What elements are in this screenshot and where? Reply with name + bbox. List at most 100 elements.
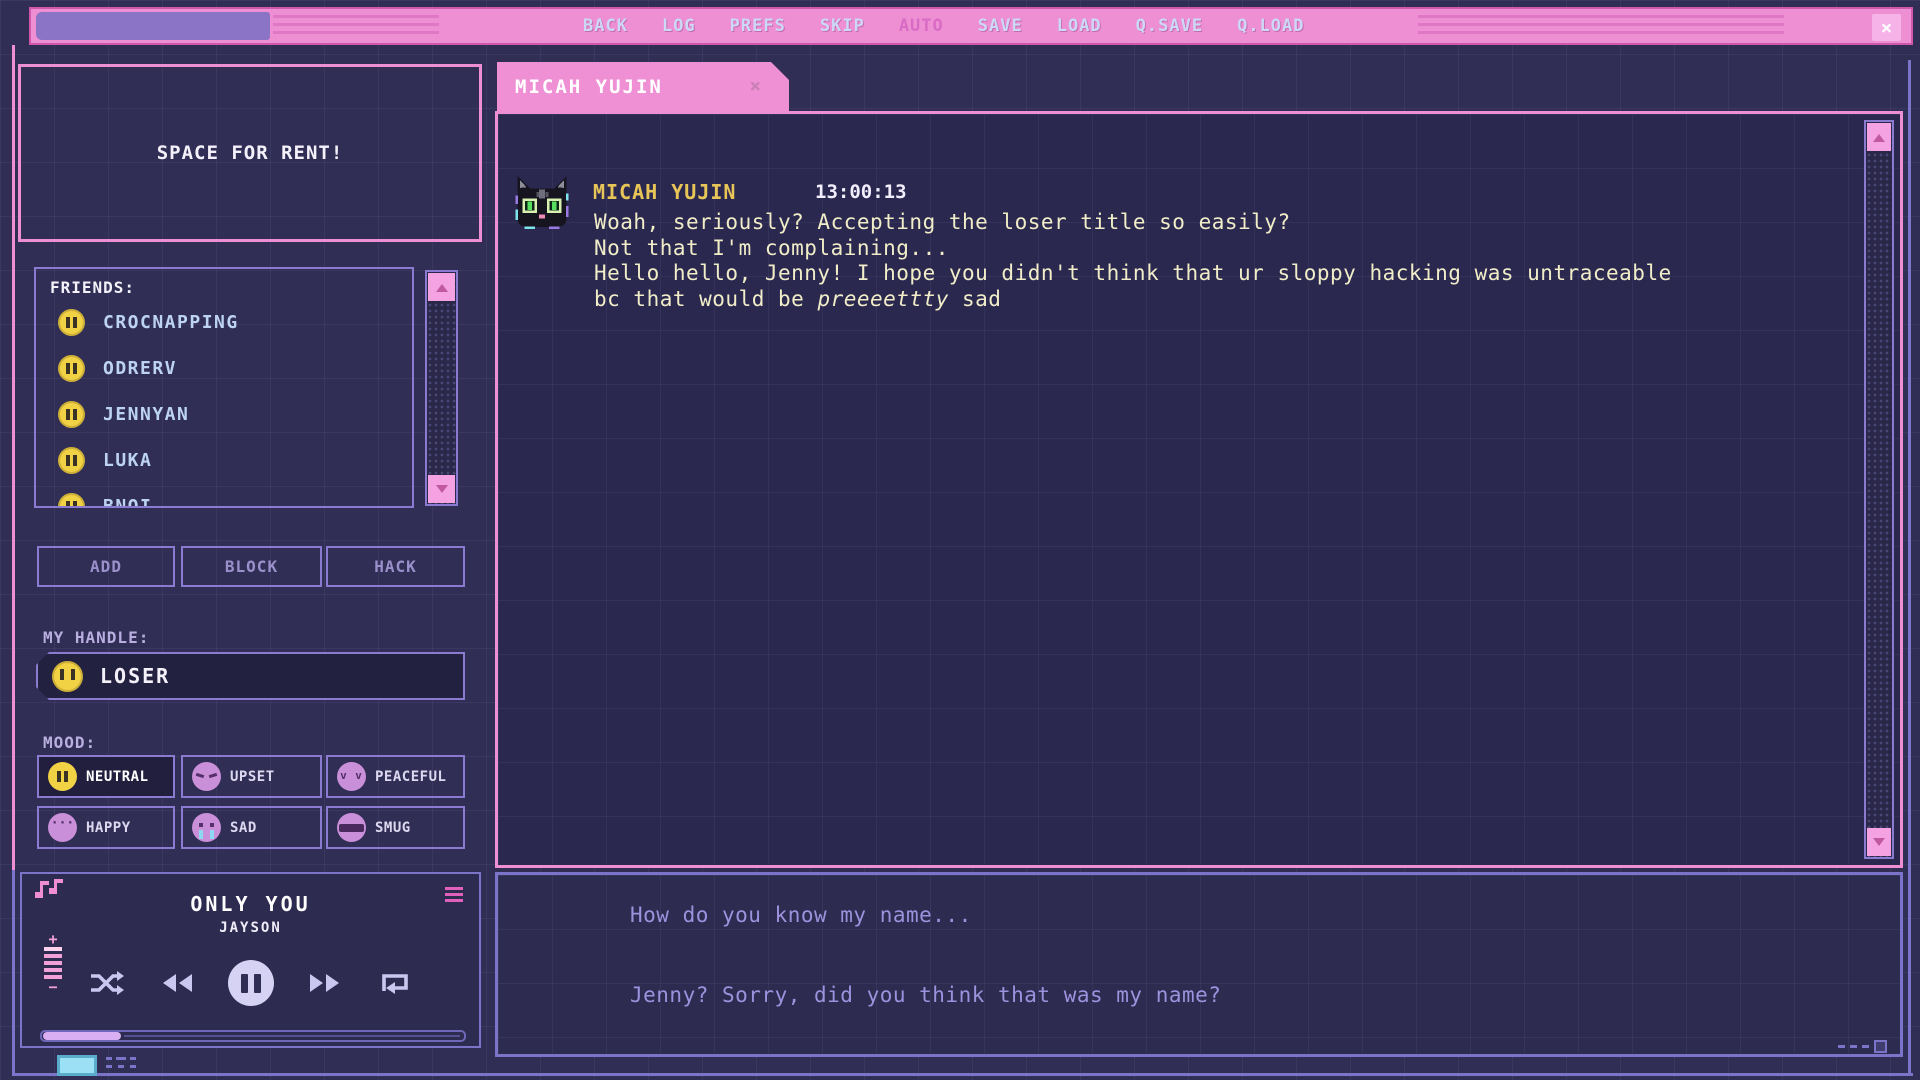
dialogue-choices-panel: How do you know my name... Jenny? Sorry,… xyxy=(495,872,1903,1057)
rewind-icon[interactable] xyxy=(160,974,192,992)
mood-label: MOOD: xyxy=(43,733,96,752)
friend-name: LUKA xyxy=(103,450,152,471)
sad-face-icon xyxy=(192,813,221,842)
tab-close-icon[interactable]: × xyxy=(750,75,761,97)
hack-friend-button[interactable]: HACK xyxy=(326,546,465,587)
window-border-bottom xyxy=(12,1073,1913,1076)
volume-bar xyxy=(44,954,62,958)
friend-name: CROCNAPPING xyxy=(103,312,239,333)
fast-forward-icon[interactable] xyxy=(310,974,342,992)
menu-item-qload[interactable]: Q.LOAD xyxy=(1237,16,1304,36)
titlebar-stripes-left xyxy=(273,15,439,39)
peaceful-face-icon: v v xyxy=(337,762,366,791)
dialogue-choice[interactable]: Jenny? Sorry, did you think that was my … xyxy=(502,973,1896,1017)
dialogue-choice[interactable]: How do you know my name... xyxy=(502,893,1896,937)
app-window: { "window": { "close_label": "×" }, "men… xyxy=(0,0,1920,1080)
friend-row[interactable]: JENNYAN xyxy=(36,391,412,437)
resize-handle[interactable] xyxy=(1838,1040,1887,1053)
chat-tab-micah-yujin[interactable]: MICAH YUJIN × xyxy=(497,62,789,112)
window-border-right xyxy=(1908,60,1911,1076)
friend-row[interactable]: CROCNAPPING xyxy=(36,299,412,345)
neutral-smiley-icon xyxy=(58,401,85,428)
mood-button-sad[interactable]: SAD xyxy=(181,806,322,849)
scroll-up-icon[interactable] xyxy=(1867,123,1891,151)
mood-button-neutral[interactable]: NEUTRAL xyxy=(37,755,175,798)
friend-row[interactable]: ODRERV xyxy=(36,345,412,391)
top-menubar: BACK LOG PREFS SKIP AUTO SAVE LOAD Q.SAV… xyxy=(29,7,1913,45)
mood-name: NEUTRAL xyxy=(86,769,149,785)
message-sender-name: MICAH YUJIN xyxy=(593,180,736,204)
pause-button[interactable] xyxy=(228,960,274,1006)
neutral-face-icon xyxy=(48,762,77,791)
menu-item-prefs[interactable]: PREFS xyxy=(730,16,786,36)
menu-item-auto[interactable]: AUTO xyxy=(899,16,944,36)
neutral-smiley-icon xyxy=(58,309,85,336)
track-artist: JAYSON xyxy=(22,920,479,936)
volume-up-icon[interactable]: + xyxy=(48,934,57,944)
cat-avatar xyxy=(514,176,570,232)
message-line: Hello hello, Jenny! I hope you didn't th… xyxy=(594,261,1672,287)
chat-tab-label: MICAH YUJIN xyxy=(515,76,663,98)
menu-item-back[interactable]: BACK xyxy=(583,16,628,36)
chrome-dot xyxy=(130,1065,136,1068)
titlebar-block xyxy=(36,12,270,40)
mood-name: SMUG xyxy=(375,820,411,836)
smug-face-icon xyxy=(337,813,366,842)
menu-item-save[interactable]: SAVE xyxy=(978,16,1023,36)
friends-scrollbar[interactable] xyxy=(425,270,458,506)
menu-item-load[interactable]: LOAD xyxy=(1057,16,1102,36)
mood-name: SAD xyxy=(230,820,257,836)
friends-list: CROCNAPPING ODRERV JENNYAN LUKA BNOI xyxy=(36,299,412,508)
friend-name: ODRERV xyxy=(103,358,177,379)
game-menu: BACK LOG PREFS SKIP AUTO SAVE LOAD Q.SAV… xyxy=(583,9,1305,43)
mood-button-upset[interactable]: UPSET xyxy=(181,755,322,798)
upset-face-icon xyxy=(192,762,221,791)
chrome-dot xyxy=(106,1065,112,1068)
mood-button-smug[interactable]: SMUG xyxy=(326,806,465,849)
titlebar-stripes-right xyxy=(1418,15,1784,39)
mood-button-happy[interactable]: ··· HAPPY xyxy=(37,806,175,849)
scroll-down-icon[interactable] xyxy=(1867,828,1891,856)
menu-item-log[interactable]: LOG xyxy=(662,16,696,36)
shuffle-icon[interactable] xyxy=(90,971,124,995)
close-icon[interactable]: × xyxy=(1872,14,1901,41)
add-friend-button[interactable]: ADD xyxy=(37,546,175,587)
mood-name: HAPPY xyxy=(86,820,131,836)
chat-message-panel: MICAH YUJIN 13:00:13 Woah, seriously? Ac… xyxy=(495,111,1903,868)
volume-bar xyxy=(44,947,62,951)
window-border-left-lower xyxy=(12,870,15,1076)
block-friend-button[interactable]: BLOCK xyxy=(181,546,322,587)
chrome-dot xyxy=(106,1057,112,1060)
scroll-down-icon[interactable] xyxy=(428,475,455,503)
mood-button-peaceful[interactable]: v v PEACEFUL xyxy=(326,755,465,798)
chat-scrollbar[interactable] xyxy=(1864,120,1894,859)
menu-item-skip[interactable]: SKIP xyxy=(820,16,865,36)
track-title: ONLY YOU xyxy=(22,892,479,916)
menu-item-qsave[interactable]: Q.SAVE xyxy=(1136,16,1203,36)
my-handle-value: LOSER xyxy=(100,664,170,688)
mood-name: PEACEFUL xyxy=(375,769,446,785)
ad-banner-panel: SPACE FOR RENT! xyxy=(18,64,482,242)
track-progress-fill xyxy=(43,1032,121,1040)
chrome-dot xyxy=(116,1057,126,1060)
message-timestamp: 13:00:13 xyxy=(815,181,907,203)
neutral-smiley-icon xyxy=(58,493,85,509)
taskbar-window-icon[interactable] xyxy=(57,1055,97,1076)
player-controls xyxy=(22,960,479,1006)
message-line: Not that I'm complaining... xyxy=(594,236,1672,262)
friend-row[interactable]: BNOI xyxy=(36,483,412,508)
friends-label: FRIENDS: xyxy=(50,278,135,297)
my-handle-label: MY HANDLE: xyxy=(43,628,149,647)
scroll-up-icon[interactable] xyxy=(428,273,455,301)
repeat-icon[interactable] xyxy=(378,971,412,995)
chrome-dot xyxy=(130,1057,136,1060)
track-progress-bar[interactable] xyxy=(40,1030,466,1042)
ad-banner-text: SPACE FOR RENT! xyxy=(157,142,344,164)
music-player-panel: ONLY YOU JAYSON + − xyxy=(20,872,481,1048)
neutral-smiley-icon xyxy=(58,355,85,382)
friend-row[interactable]: LUKA xyxy=(36,437,412,483)
mood-name: UPSET xyxy=(230,769,275,785)
neutral-smiley-icon xyxy=(52,661,83,692)
friend-name: JENNYAN xyxy=(103,404,189,425)
my-handle-field[interactable]: LOSER xyxy=(36,652,465,700)
